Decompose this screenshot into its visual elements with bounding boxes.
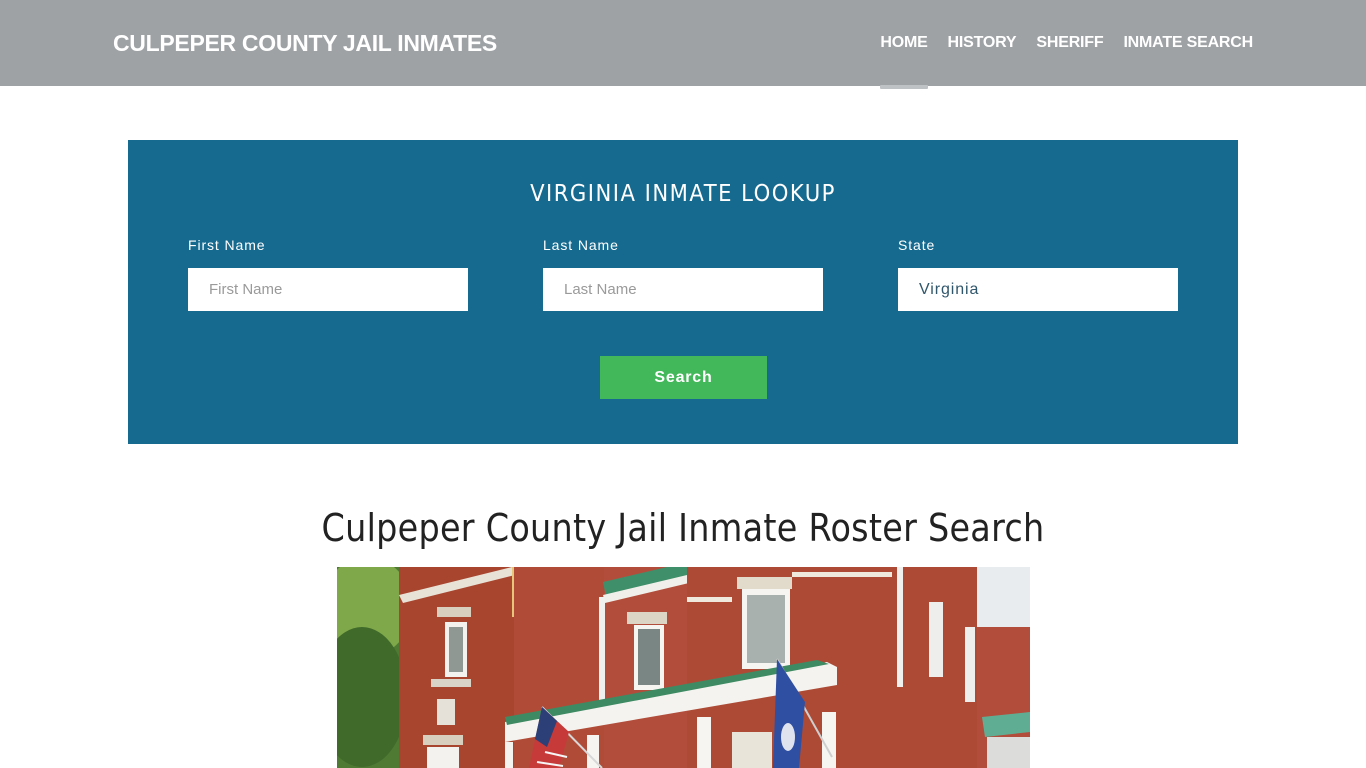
nav-sheriff[interactable]: SHERIFF: [1036, 0, 1103, 86]
last-name-input[interactable]: [543, 268, 823, 311]
lookup-title: VIRGINIA INMATE LOOKUP: [530, 181, 836, 207]
nav-home[interactable]: HOME: [880, 0, 928, 89]
site-brand-link[interactable]: CULPEPER COUNTY JAIL INMATES: [113, 30, 497, 57]
state-select[interactable]: Virginia: [898, 268, 1178, 311]
main-nav: HOME HISTORY SHERIFF INMATE SEARCH: [860, 0, 1253, 89]
last-name-label: Last Name: [543, 237, 619, 253]
jail-building-illustration: [337, 567, 1030, 768]
first-name-label: First Name: [188, 237, 266, 253]
jail-building-photo: [337, 567, 1030, 768]
state-label: State: [898, 237, 936, 253]
nav-inmate-search[interactable]: INMATE SEARCH: [1123, 0, 1253, 86]
first-name-input[interactable]: [188, 268, 468, 311]
page-title: Culpeper County Jail Inmate Roster Searc…: [321, 506, 1045, 550]
nav-history[interactable]: HISTORY: [948, 0, 1017, 86]
search-button[interactable]: Search: [600, 356, 767, 399]
site-header: CULPEPER COUNTY JAIL INMATES HOME HISTOR…: [0, 0, 1366, 89]
